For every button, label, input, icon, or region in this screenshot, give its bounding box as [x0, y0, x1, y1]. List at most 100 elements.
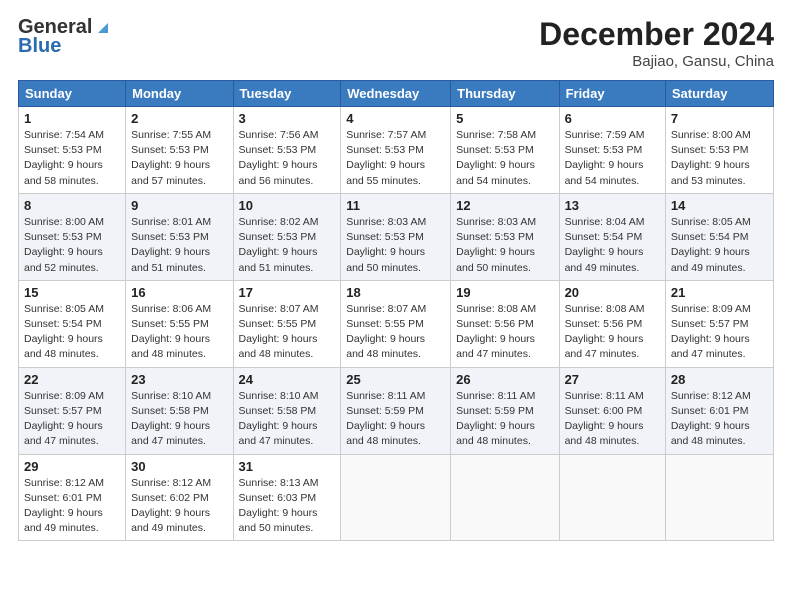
calendar-cell: 29 Sunrise: 8:12 AM Sunset: 6:01 PM Dayl… [19, 454, 126, 541]
calendar-cell: 16 Sunrise: 8:06 AM Sunset: 5:55 PM Dayl… [126, 280, 233, 367]
calendar-cell [559, 454, 665, 541]
day-number: 15 [24, 285, 120, 300]
calendar-cell: 22 Sunrise: 8:09 AM Sunset: 5:57 PM Dayl… [19, 367, 126, 454]
day-info: Sunrise: 8:11 AM Sunset: 6:00 PM Dayligh… [565, 389, 660, 450]
calendar-cell: 9 Sunrise: 8:01 AM Sunset: 5:53 PM Dayli… [126, 193, 233, 280]
calendar-cell: 17 Sunrise: 8:07 AM Sunset: 5:55 PM Dayl… [233, 280, 341, 367]
day-info: Sunrise: 8:07 AM Sunset: 5:55 PM Dayligh… [346, 302, 445, 363]
header: General Blue December 2024 Bajiao, Gansu… [18, 16, 774, 70]
day-info: Sunrise: 8:09 AM Sunset: 5:57 PM Dayligh… [671, 302, 768, 363]
day-info: Sunrise: 8:11 AM Sunset: 5:59 PM Dayligh… [456, 389, 553, 450]
calendar-cell: 11 Sunrise: 8:03 AM Sunset: 5:53 PM Dayl… [341, 193, 451, 280]
calendar-cell: 24 Sunrise: 8:10 AM Sunset: 5:58 PM Dayl… [233, 367, 341, 454]
day-number: 8 [24, 198, 120, 213]
day-info: Sunrise: 8:07 AM Sunset: 5:55 PM Dayligh… [239, 302, 336, 363]
calendar-cell: 27 Sunrise: 8:11 AM Sunset: 6:00 PM Dayl… [559, 367, 665, 454]
logo-blue: Blue [18, 35, 61, 58]
calendar-cell: 12 Sunrise: 8:03 AM Sunset: 5:53 PM Dayl… [451, 193, 559, 280]
day-info: Sunrise: 8:02 AM Sunset: 5:53 PM Dayligh… [239, 215, 336, 276]
day-info: Sunrise: 8:03 AM Sunset: 5:53 PM Dayligh… [346, 215, 445, 276]
day-info: Sunrise: 8:00 AM Sunset: 5:53 PM Dayligh… [671, 128, 768, 189]
col-header-thursday: Thursday [451, 81, 559, 107]
day-number: 11 [346, 198, 445, 213]
calendar-cell [665, 454, 773, 541]
calendar-table: SundayMondayTuesdayWednesdayThursdayFrid… [18, 80, 774, 541]
day-info: Sunrise: 8:00 AM Sunset: 5:53 PM Dayligh… [24, 215, 120, 276]
day-info: Sunrise: 8:09 AM Sunset: 5:57 PM Dayligh… [24, 389, 120, 450]
calendar-cell: 23 Sunrise: 8:10 AM Sunset: 5:58 PM Dayl… [126, 367, 233, 454]
day-info: Sunrise: 7:56 AM Sunset: 5:53 PM Dayligh… [239, 128, 336, 189]
day-info: Sunrise: 8:12 AM Sunset: 6:01 PM Dayligh… [671, 389, 768, 450]
day-number: 6 [565, 111, 660, 126]
calendar-cell: 3 Sunrise: 7:56 AM Sunset: 5:53 PM Dayli… [233, 107, 341, 194]
day-number: 16 [131, 285, 227, 300]
day-info: Sunrise: 7:59 AM Sunset: 5:53 PM Dayligh… [565, 128, 660, 189]
day-number: 17 [239, 285, 336, 300]
day-number: 1 [24, 111, 120, 126]
day-info: Sunrise: 8:11 AM Sunset: 5:59 PM Dayligh… [346, 389, 445, 450]
day-info: Sunrise: 8:05 AM Sunset: 5:54 PM Dayligh… [671, 215, 768, 276]
col-header-sunday: Sunday [19, 81, 126, 107]
calendar-cell: 15 Sunrise: 8:05 AM Sunset: 5:54 PM Dayl… [19, 280, 126, 367]
day-number: 24 [239, 372, 336, 387]
day-number: 3 [239, 111, 336, 126]
calendar-cell: 26 Sunrise: 8:11 AM Sunset: 5:59 PM Dayl… [451, 367, 559, 454]
day-number: 29 [24, 459, 120, 474]
day-number: 10 [239, 198, 336, 213]
day-number: 7 [671, 111, 768, 126]
col-header-tuesday: Tuesday [233, 81, 341, 107]
calendar-cell [341, 454, 451, 541]
calendar-cell: 28 Sunrise: 8:12 AM Sunset: 6:01 PM Dayl… [665, 367, 773, 454]
calendar-cell: 30 Sunrise: 8:12 AM Sunset: 6:02 PM Dayl… [126, 454, 233, 541]
calendar-cell: 14 Sunrise: 8:05 AM Sunset: 5:54 PM Dayl… [665, 193, 773, 280]
day-number: 12 [456, 198, 553, 213]
calendar-cell: 31 Sunrise: 8:13 AM Sunset: 6:03 PM Dayl… [233, 454, 341, 541]
calendar-cell: 25 Sunrise: 8:11 AM Sunset: 5:59 PM Dayl… [341, 367, 451, 454]
calendar-cell: 18 Sunrise: 8:07 AM Sunset: 5:55 PM Dayl… [341, 280, 451, 367]
day-number: 14 [671, 198, 768, 213]
calendar-cell: 7 Sunrise: 8:00 AM Sunset: 5:53 PM Dayli… [665, 107, 773, 194]
day-info: Sunrise: 8:12 AM Sunset: 6:02 PM Dayligh… [131, 476, 227, 537]
day-number: 28 [671, 372, 768, 387]
calendar-cell: 13 Sunrise: 8:04 AM Sunset: 5:54 PM Dayl… [559, 193, 665, 280]
calendar-cell: 4 Sunrise: 7:57 AM Sunset: 5:53 PM Dayli… [341, 107, 451, 194]
col-header-friday: Friday [559, 81, 665, 107]
day-info: Sunrise: 8:05 AM Sunset: 5:54 PM Dayligh… [24, 302, 120, 363]
col-header-wednesday: Wednesday [341, 81, 451, 107]
day-info: Sunrise: 8:06 AM Sunset: 5:55 PM Dayligh… [131, 302, 227, 363]
day-number: 22 [24, 372, 120, 387]
logo: General Blue [18, 16, 112, 58]
calendar-cell: 20 Sunrise: 8:08 AM Sunset: 5:56 PM Dayl… [559, 280, 665, 367]
day-number: 23 [131, 372, 227, 387]
day-info: Sunrise: 8:12 AM Sunset: 6:01 PM Dayligh… [24, 476, 120, 537]
logo-triangle-icon [94, 19, 112, 37]
day-info: Sunrise: 7:58 AM Sunset: 5:53 PM Dayligh… [456, 128, 553, 189]
day-number: 21 [671, 285, 768, 300]
calendar-cell: 1 Sunrise: 7:54 AM Sunset: 5:53 PM Dayli… [19, 107, 126, 194]
day-info: Sunrise: 8:13 AM Sunset: 6:03 PM Dayligh… [239, 476, 336, 537]
day-number: 25 [346, 372, 445, 387]
day-number: 13 [565, 198, 660, 213]
title-block: December 2024 Bajiao, Gansu, China [539, 16, 774, 70]
day-number: 18 [346, 285, 445, 300]
day-info: Sunrise: 7:57 AM Sunset: 5:53 PM Dayligh… [346, 128, 445, 189]
location: Bajiao, Gansu, China [539, 53, 774, 70]
col-header-monday: Monday [126, 81, 233, 107]
calendar-cell: 8 Sunrise: 8:00 AM Sunset: 5:53 PM Dayli… [19, 193, 126, 280]
day-info: Sunrise: 7:55 AM Sunset: 5:53 PM Dayligh… [131, 128, 227, 189]
calendar-cell: 6 Sunrise: 7:59 AM Sunset: 5:53 PM Dayli… [559, 107, 665, 194]
page: General Blue December 2024 Bajiao, Gansu… [0, 0, 792, 612]
month-title: December 2024 [539, 16, 774, 53]
col-header-saturday: Saturday [665, 81, 773, 107]
day-info: Sunrise: 8:01 AM Sunset: 5:53 PM Dayligh… [131, 215, 227, 276]
day-number: 31 [239, 459, 336, 474]
calendar-cell: 5 Sunrise: 7:58 AM Sunset: 5:53 PM Dayli… [451, 107, 559, 194]
day-info: Sunrise: 8:08 AM Sunset: 5:56 PM Dayligh… [456, 302, 553, 363]
calendar-cell: 21 Sunrise: 8:09 AM Sunset: 5:57 PM Dayl… [665, 280, 773, 367]
calendar-cell: 2 Sunrise: 7:55 AM Sunset: 5:53 PM Dayli… [126, 107, 233, 194]
day-number: 2 [131, 111, 227, 126]
day-info: Sunrise: 8:10 AM Sunset: 5:58 PM Dayligh… [239, 389, 336, 450]
day-number: 9 [131, 198, 227, 213]
day-number: 20 [565, 285, 660, 300]
day-info: Sunrise: 8:04 AM Sunset: 5:54 PM Dayligh… [565, 215, 660, 276]
